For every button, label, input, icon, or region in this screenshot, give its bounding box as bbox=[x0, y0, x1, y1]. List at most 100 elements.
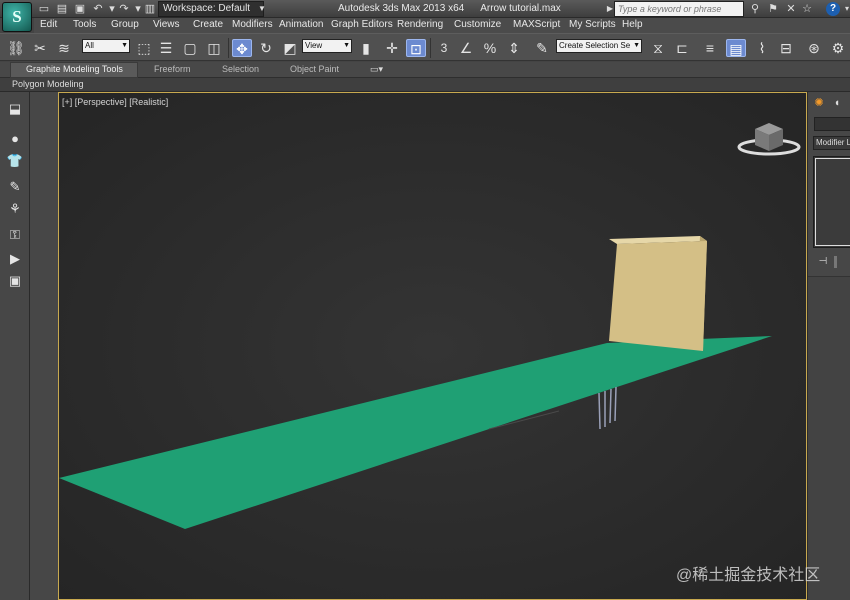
perspective-viewport[interactable]: [+] [Perspective] [Realistic] bbox=[58, 92, 807, 600]
create-tab-icon[interactable]: ✺ bbox=[812, 96, 826, 110]
curve-editor-icon[interactable]: ⌇ bbox=[752, 39, 772, 57]
walkthrough-icon[interactable]: ⚘ bbox=[5, 200, 25, 218]
window-crossing-icon[interactable]: ◫ bbox=[204, 39, 224, 57]
communication-icon[interactable]: ✕ bbox=[784, 2, 798, 16]
menu-edit[interactable]: Edit bbox=[40, 19, 57, 30]
shirt-icon[interactable]: 👕 bbox=[5, 152, 25, 170]
material-editor-icon[interactable]: ⊛ bbox=[804, 39, 824, 57]
box-front-face[interactable] bbox=[609, 241, 707, 351]
scene-canvas[interactable] bbox=[59, 93, 807, 600]
toolbar-separator bbox=[228, 38, 229, 58]
mirror-icon[interactable]: ⧖ bbox=[648, 39, 668, 57]
new-file-icon[interactable]: ▭ bbox=[36, 2, 52, 16]
app-title: Autodesk 3ds Max 2013 x64 bbox=[338, 3, 465, 14]
unlink-selection-icon[interactable]: ✂ bbox=[30, 39, 50, 57]
workspace-value: Workspace: Default bbox=[163, 3, 251, 14]
reference-coordinate-dropdown[interactable]: View ▼ bbox=[302, 39, 352, 53]
open-file-icon[interactable]: ▤ bbox=[54, 2, 70, 16]
help-dropdown-icon[interactable]: ▾ bbox=[840, 2, 850, 16]
tab-object-paint[interactable]: Object Paint bbox=[290, 64, 339, 74]
search-input[interactable]: Type a keyword or phrase bbox=[614, 1, 744, 17]
select-and-scale-icon[interactable]: ◩ bbox=[280, 39, 300, 57]
snap-value: 3 bbox=[440, 41, 448, 55]
menu-my-scripts[interactable]: My Scripts bbox=[569, 19, 616, 30]
select-and-manipulate-icon[interactable]: ✛ bbox=[382, 39, 402, 57]
viewcube[interactable] bbox=[737, 121, 801, 157]
menu-group[interactable]: Group bbox=[111, 19, 139, 30]
workspace-dropdown[interactable]: Workspace: Default bbox=[158, 1, 264, 17]
reel-icon[interactable]: ▣ bbox=[5, 272, 25, 290]
pin-stack-icon[interactable]: ⊣ bbox=[816, 256, 830, 268]
favorites-icon[interactable]: ☆ bbox=[800, 2, 814, 16]
reference-coordinate-value: View bbox=[305, 41, 323, 50]
align-icon[interactable]: ⊏ bbox=[672, 39, 692, 57]
subscription-icon[interactable]: ⚑ bbox=[766, 2, 780, 16]
modifier-list-dropdown[interactable]: Modifier Li bbox=[813, 136, 850, 150]
graphite-toggle-icon[interactable]: ▤ bbox=[726, 39, 746, 57]
chevron-down-icon: ▼ bbox=[633, 42, 640, 49]
selection-filter-dropdown[interactable]: All ▼ bbox=[82, 39, 130, 53]
title-bar: ▭ ▤ ▣ ↶ ▾ ↷ ▾ ▥ Workspace: Default ▼ Aut… bbox=[0, 0, 850, 18]
named-selection-dropdown[interactable]: Create Selection Se ▼ bbox=[556, 39, 642, 53]
percent-snap-icon[interactable]: % bbox=[480, 39, 500, 57]
arrow-shaft-line bbox=[614, 386, 617, 422]
viewport-label[interactable]: [+] [Perspective] [Realistic] bbox=[62, 97, 168, 107]
main-toolbar: ⛓ ✂ ≋ All ▼ ⬚ ☰ ▢ ◫ ✥ ↻ ◩ View ▼ ▮ ✛ ⊡ 3 ∠… bbox=[0, 33, 850, 61]
menu-animation[interactable]: Animation bbox=[279, 19, 323, 30]
toolbar-separator bbox=[430, 38, 431, 58]
select-object-icon[interactable]: ⬚ bbox=[134, 39, 154, 57]
bind-to-space-warp-icon[interactable]: ≋ bbox=[54, 39, 74, 57]
menu-customize[interactable]: Customize bbox=[454, 19, 501, 30]
select-and-move-icon[interactable]: ✥ bbox=[232, 39, 252, 57]
ribbon-panel-strip: Polygon Modeling bbox=[0, 78, 850, 92]
sphere-icon[interactable]: ● bbox=[5, 130, 25, 148]
workspace-arrow-icon[interactable]: ▼ bbox=[254, 2, 270, 16]
key-icon[interactable]: ⚿ bbox=[5, 226, 25, 244]
angle-snap-icon[interactable]: ∠ bbox=[456, 39, 476, 57]
menu-views[interactable]: Views bbox=[153, 19, 180, 30]
render-setup-icon[interactable]: ⚙ bbox=[828, 39, 848, 57]
spinner-snap-icon[interactable]: ⇕ bbox=[504, 39, 524, 57]
polygon-modeling-panel[interactable]: Polygon Modeling bbox=[12, 79, 84, 89]
menu-graph-editors[interactable]: Graph Editors bbox=[331, 19, 393, 30]
menu-tools[interactable]: Tools bbox=[73, 19, 96, 30]
watermark: @稀土掘金技术社区 bbox=[676, 567, 821, 584]
menu-maxscript[interactable]: MAXScript bbox=[513, 19, 560, 30]
play-icon[interactable]: ▶ bbox=[5, 250, 25, 268]
show-end-result-icon[interactable] bbox=[834, 256, 837, 268]
modifier-stack[interactable] bbox=[813, 156, 850, 248]
file-name: Arrow tutorial.max bbox=[480, 3, 561, 14]
keyboard-shortcut-override-icon[interactable]: ⊡ bbox=[406, 39, 426, 57]
tab-graphite-modeling-tools[interactable]: Graphite Modeling Tools bbox=[26, 64, 123, 74]
search-icon[interactable]: ⚲ bbox=[748, 2, 762, 16]
menu-create[interactable]: Create bbox=[193, 19, 223, 30]
rectangular-selection-icon[interactable]: ▢ bbox=[180, 39, 200, 57]
container-icon[interactable]: ⬓ bbox=[5, 100, 25, 118]
object-name-field[interactable] bbox=[814, 117, 850, 131]
tab-selection[interactable]: Selection bbox=[222, 64, 259, 74]
command-panel-rollouts bbox=[808, 276, 850, 600]
ribbon-options-icon[interactable]: ▭▾ bbox=[370, 64, 383, 75]
select-and-rotate-icon[interactable]: ↻ bbox=[256, 39, 276, 57]
arrow-shaft-line bbox=[598, 392, 601, 430]
layer-manager-icon[interactable]: ≡ bbox=[700, 39, 720, 57]
project-folder-icon[interactable]: ▥ bbox=[142, 2, 158, 16]
menu-modifiers[interactable]: Modifiers bbox=[232, 19, 273, 30]
application-button[interactable]: S bbox=[2, 2, 32, 32]
brush-icon[interactable]: ✎ bbox=[5, 178, 25, 196]
menu-rendering[interactable]: Rendering bbox=[397, 19, 443, 30]
command-panel: ✺ ◖ Modifier Li ⊣ bbox=[807, 92, 850, 600]
snaps-toggle-icon[interactable]: 3 bbox=[434, 39, 454, 57]
help-icon[interactable]: ? bbox=[826, 2, 840, 16]
select-and-link-icon[interactable]: ⛓ bbox=[6, 39, 26, 57]
tab-freeform[interactable]: Freeform bbox=[154, 64, 191, 74]
save-file-icon[interactable]: ▣ bbox=[72, 2, 88, 16]
pivot-center-icon[interactable]: ▮ bbox=[356, 39, 376, 57]
edit-named-selection-icon[interactable]: ✎ bbox=[532, 39, 552, 57]
modify-tab-icon[interactable]: ◖ bbox=[830, 96, 844, 110]
schematic-view-icon[interactable]: ⊟ bbox=[776, 39, 796, 57]
select-by-name-icon[interactable]: ☰ bbox=[156, 39, 176, 57]
left-toolbar: ⬓ ● 👕 ✎ ⚘ ⚿ ▶ ▣ bbox=[0, 92, 30, 600]
menu-help[interactable]: Help bbox=[622, 19, 643, 30]
menu-bar: Edit Tools Group Views Create Modifiers … bbox=[34, 18, 850, 33]
